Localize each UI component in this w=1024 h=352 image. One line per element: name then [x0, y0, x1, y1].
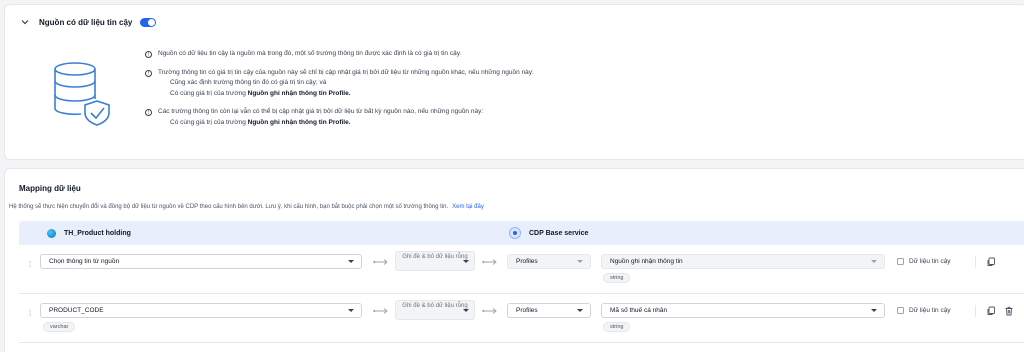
group-value: Profiles: [516, 258, 538, 265]
target-field-select[interactable]: Mã số thuế cá nhân: [601, 303, 885, 318]
info-sub-bold: Nguồn ghi nhận thông tin Profile.: [247, 118, 351, 126]
info-icon: !: [145, 51, 152, 58]
copy-icon[interactable]: [986, 306, 996, 316]
caret-down-icon: [348, 260, 354, 263]
caret-down-icon: [871, 309, 877, 312]
source-field-value: Chọn thông tin từ nguồn: [49, 258, 120, 265]
trusted-checkbox-wrap[interactable]: Dữ liệu tin cậy: [897, 258, 951, 265]
info-group: ! Trường thông tin có giá trị tin cậy củ…: [145, 68, 1005, 100]
rule-value: Ghi đè & bỏ dữ liệu rỗng: [402, 254, 468, 260]
target-field-value: Nguồn ghi nhận thông tin: [610, 258, 683, 265]
target-field-select[interactable]: Nguồn ghi nhận thông tin: [601, 254, 885, 269]
source-field-select[interactable]: PRODUCT_CODE: [40, 303, 362, 318]
caret-down-icon: [463, 309, 469, 312]
source-name: TH_Product holding: [64, 230, 131, 237]
info-item: ! Các trường thông tin còn lại vẫn có th…: [145, 107, 1005, 118]
cdp-icon: [509, 227, 521, 239]
arrow-right-icon: [373, 308, 388, 314]
info-icon: !: [145, 69, 152, 77]
info-text: Trường thông tin có giá trị tin cậy của …: [158, 68, 534, 76]
globe-icon: [47, 229, 56, 238]
copy-icon[interactable]: [986, 257, 996, 267]
mapping-row: ⁞ PRODUCT_CODE varchar Ghi đè & bỏ dữ li…: [19, 295, 1024, 343]
trusted-source-header: Nguồn có dữ liệu tin cậy: [19, 16, 157, 28]
drag-handle-icon[interactable]: ⁞: [29, 309, 31, 318]
info-sub-prefix: Có cùng giá trị của trường: [170, 118, 248, 126]
trusted-source-toggle[interactable]: [140, 17, 157, 27]
trusted-source-title: Nguồn có dữ liệu tin cậy: [39, 17, 133, 27]
source-field-value: PRODUCT_CODE: [49, 307, 104, 314]
info-group: ! Các trường thông tin còn lại vẫn có th…: [145, 107, 1005, 128]
rule-select[interactable]: Ghi đè & bỏ dữ liệu rỗng: [395, 300, 475, 320]
target-type-tag: string: [603, 322, 631, 332]
info-text: Nguồn có dữ liệu tin cậy là nguồn mà tro…: [158, 50, 462, 57]
mapping-description-text: Hệ thống sẽ thực hiện chuyển đổi và đồng…: [9, 204, 449, 210]
arrow-right-icon: [373, 259, 388, 265]
arrow-right-icon: [482, 308, 497, 314]
trash-icon[interactable]: [1004, 306, 1014, 316]
target-field-value: Mã số thuế cá nhân: [610, 307, 668, 314]
target-type-tag: string: [603, 273, 631, 283]
group-value: Profiles: [516, 307, 538, 314]
mapping-grid-header: TH_Product holding CDP Base service: [19, 221, 1024, 245]
target-name: CDP Base service: [529, 229, 589, 237]
divider: [975, 256, 976, 268]
source-type-tag: varchar: [43, 322, 76, 332]
trusted-source-card: Nguồn có dữ liệu tin cậy ! Nguồn có dữ l…: [4, 4, 1024, 160]
group-select[interactable]: Profiles: [507, 303, 591, 318]
group-select[interactable]: Profiles: [507, 254, 591, 269]
target-header: CDP Base service: [509, 227, 588, 239]
rule-select[interactable]: Ghi đè & bỏ dữ liệu rỗng: [395, 251, 475, 271]
info-icon: !: [145, 109, 152, 116]
info-sub: Cũng xác định trường thông tin đó có giá…: [170, 79, 327, 86]
caret-down-icon: [577, 309, 583, 312]
info-sub-prefix: Có cùng giá trị của trường: [170, 89, 248, 97]
mapping-row: ⁞ Chọn thông tin từ nguồn Ghi đè & bỏ dữ…: [19, 246, 1024, 294]
divider: [975, 305, 976, 317]
caret-down-icon: [463, 260, 469, 263]
source-header: TH_Product holding: [47, 229, 131, 238]
mapping-card: Mapping dữ liệu Hệ thống sẽ thực hiện ch…: [4, 168, 1024, 352]
info-item: ! Nguồn có dữ liệu tin cậy là nguồn mà t…: [145, 49, 1005, 60]
caret-down-icon: [871, 260, 877, 263]
caret-down-icon: [348, 309, 354, 312]
arrow-right-icon: [482, 259, 497, 265]
rule-value: Ghi đè & bỏ dữ liệu rỗng: [402, 303, 468, 309]
trusted-label: Dữ liệu tin cậy: [909, 307, 951, 314]
trusted-checkbox-wrap[interactable]: Dữ liệu tin cậy: [897, 307, 951, 314]
trusted-checkbox[interactable]: [897, 307, 904, 314]
info-list: ! Nguồn có dữ liệu tin cậy là nguồn mà t…: [145, 49, 1005, 128]
caret-down-icon: [577, 260, 583, 263]
database-shield-icon: [54, 62, 110, 126]
info-sub: Có cùng giá trị của trường Nguồn ghi nhậ…: [145, 118, 1005, 129]
trusted-checkbox[interactable]: [897, 258, 904, 265]
info-text: Các trường thông tin còn lại vẫn có thể …: [158, 108, 484, 115]
source-field-select[interactable]: Chọn thông tin từ nguồn: [40, 254, 362, 269]
info-item: ! Trường thông tin có giá trị tin cậy củ…: [145, 68, 1005, 79]
trusted-label: Dữ liệu tin cậy: [909, 258, 951, 265]
mapping-title: Mapping dữ liệu: [19, 184, 81, 193]
info-sub-bold: Nguồn ghi nhận thông tin Profile.: [247, 89, 351, 97]
mapping-description: Hệ thống sẽ thực hiện chuyển đổi và đồng…: [9, 204, 484, 210]
drag-handle-icon[interactable]: ⁞: [29, 260, 31, 269]
info-sub: Có cùng giá trị của trường Nguồn ghi nhậ…: [145, 89, 1005, 100]
chevron-down-icon[interactable]: [19, 16, 31, 28]
view-here-link[interactable]: Xem tại đây: [452, 204, 484, 210]
